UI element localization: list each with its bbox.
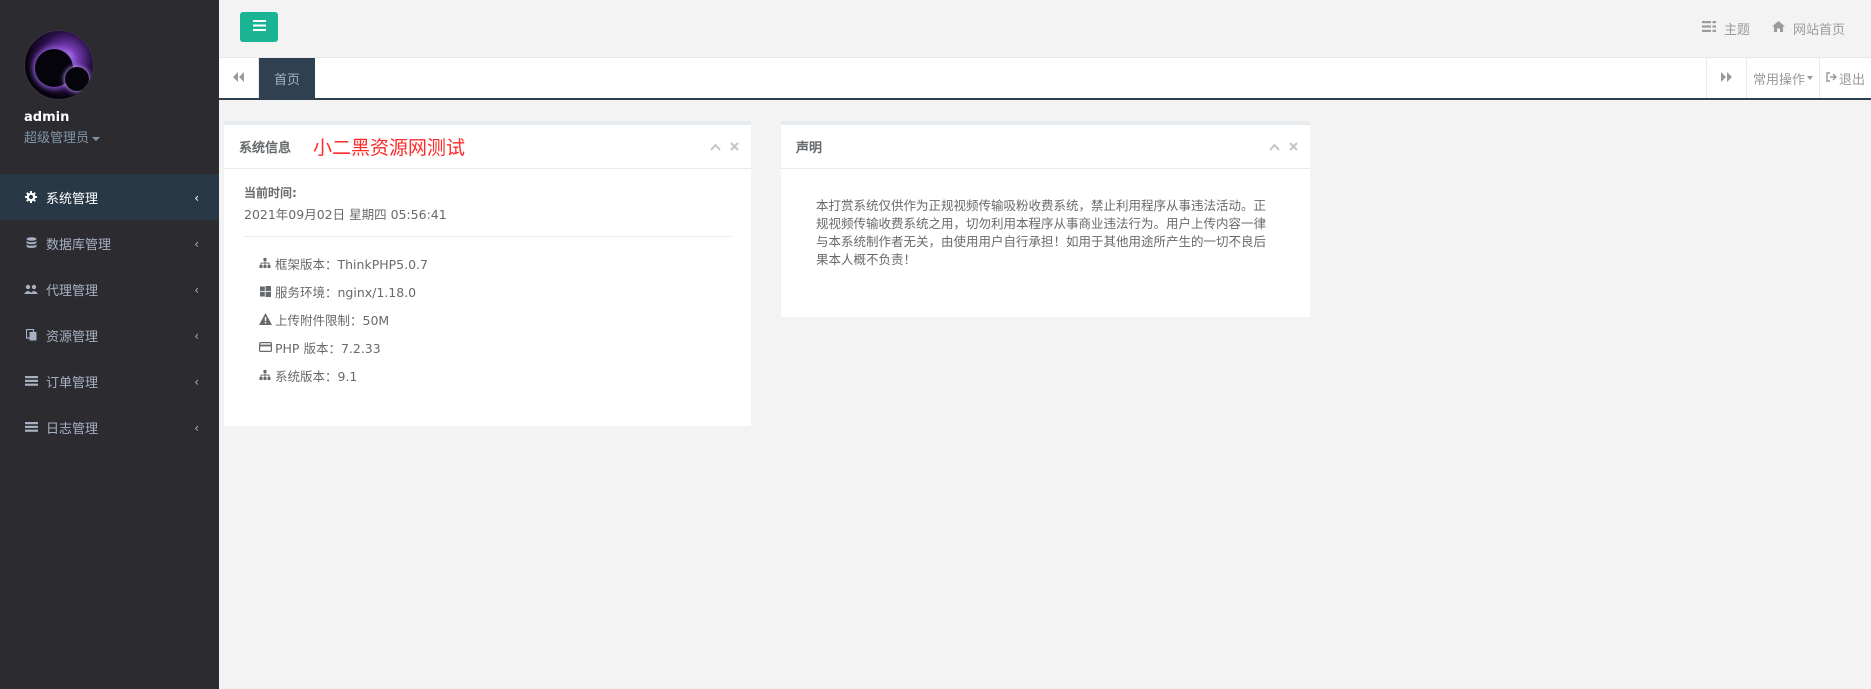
current-time-value: 2021年09月02日 星期四 05:56:41 (244, 207, 447, 222)
chevron-left-icon: ‹ (194, 191, 199, 205)
logout-button[interactable]: 退出 (1818, 58, 1871, 98)
system-info-list: 框架版本：ThinkPHP5.0.7 服务环境：nginx/1.18.0 上传附… (244, 249, 731, 389)
chevron-left-icon: ‹ (194, 283, 199, 297)
windows-icon (258, 285, 272, 297)
current-time-label: 当前时间: (244, 186, 297, 200)
sidebar-item-log[interactable]: 日志管理 ‹ (0, 404, 219, 450)
close-icon[interactable] (1289, 140, 1298, 154)
sitemap-icon (258, 257, 272, 269)
top-navbar: 主题 网站首页 (219, 0, 1871, 58)
chevron-left-icon: ‹ (194, 375, 199, 389)
panel-body: 当前时间: 2021年09月02日 星期四 05:56:41 框架版本：Thin… (224, 169, 751, 404)
menu-toggle-button[interactable] (240, 12, 278, 42)
caret-down-icon (1806, 76, 1813, 80)
theme-label: 主题 (1723, 23, 1750, 38)
gear-icon (24, 190, 38, 204)
forward-icon (1720, 71, 1732, 86)
collapse-icon[interactable] (1269, 140, 1280, 154)
username: admin (24, 110, 70, 125)
caret-down-icon (92, 136, 101, 141)
sidebar-item-system[interactable]: 系统管理 ‹ (0, 174, 219, 220)
list-item: 上传附件限制：50M (258, 305, 731, 333)
top-right-links: 主题 网站首页 (1701, 19, 1845, 38)
info-label: PHP 版本：7.2.33 (275, 340, 381, 356)
common-ops-dropdown[interactable]: 常用操作 (1745, 58, 1819, 98)
info-label: 框架版本：ThinkPHP5.0.7 (275, 256, 428, 272)
panel-title: 声明 (796, 141, 823, 156)
divider (244, 236, 731, 237)
chevron-left-icon: ‹ (194, 329, 199, 343)
tab-home[interactable]: 首页 (259, 58, 315, 98)
files-icon (24, 328, 38, 342)
sidebar-item-resource[interactable]: 资源管理 ‹ (0, 312, 219, 358)
database-icon (24, 236, 38, 250)
users-icon (24, 282, 38, 296)
panel-tools (1269, 140, 1298, 154)
tabs-bar: 首页 常用操作 退出 (219, 58, 1871, 100)
role-label: 超级管理员 (24, 131, 90, 146)
sidebar-item-label: 资源管理 (46, 329, 99, 345)
collapse-icon[interactable] (710, 140, 721, 154)
close-icon[interactable] (730, 140, 739, 154)
info-label: 系统版本：9.1 (275, 368, 358, 384)
sidebar-item-agent[interactable]: 代理管理 ‹ (0, 266, 219, 312)
common-ops-label: 常用操作 (1752, 72, 1805, 88)
tab-scroll-right-button[interactable] (1705, 58, 1746, 98)
sidebar-item-label: 日志管理 (46, 421, 99, 437)
role-dropdown[interactable]: 超级管理员 (24, 127, 219, 146)
list-item: PHP 版本：7.2.33 (258, 333, 731, 361)
list-item: 系统版本：9.1 (258, 361, 731, 389)
sidebar-item-order[interactable]: 订单管理 ‹ (0, 358, 219, 404)
sign-out-icon (1826, 71, 1837, 86)
system-info-panel: 系统信息 小二黑资源网测试 当前时间: 2021年09月02日 星期四 05:5… (224, 121, 751, 426)
home-icon (1771, 21, 1785, 36)
list-item: 服务环境：nginx/1.18.0 (258, 277, 731, 305)
tasks-icon (1701, 21, 1716, 36)
sidebar: admin 超级管理员 系统管理 ‹ 数据库管理 ‹ 代理管理 ‹ 资源管理 ‹… (0, 0, 219, 689)
site-home-link[interactable]: 网站首页 (1771, 19, 1845, 38)
credit-card-icon (258, 342, 272, 352)
panel-tools (710, 140, 739, 154)
theme-link[interactable]: 主题 (1701, 19, 1750, 38)
panel-header: 系统信息 小二黑资源网测试 (224, 125, 751, 169)
sidebar-item-label: 系统管理 (46, 191, 99, 207)
profile: admin 超级管理员 (0, 0, 219, 174)
info-label: 上传附件限制：50M (275, 312, 390, 328)
statement-panel: 声明 本打赏系统仅供作为正规视频传输吸粉收费系统，禁止利用程序从事违法活动。正规… (781, 121, 1310, 317)
tab-scroll-left-button[interactable] (219, 58, 259, 98)
panel-header: 声明 (781, 125, 1310, 169)
statement-text: 本打赏系统仅供作为正规视频传输吸粉收费系统，禁止利用程序从事违法活动。正规视频传… (816, 198, 1267, 267)
bars-icon (252, 19, 266, 35)
tabs-right-controls: 常用操作 退出 (1705, 58, 1871, 98)
sitemap-icon (258, 369, 272, 381)
backward-icon (233, 71, 244, 86)
site-test-text: 小二黑资源网测试 (313, 137, 466, 159)
site-home-label: 网站首页 (1792, 23, 1845, 38)
avatar[interactable] (24, 30, 94, 100)
list-icon (24, 420, 38, 434)
logout-label: 退出 (1838, 72, 1865, 88)
list-item: 框架版本：ThinkPHP5.0.7 (258, 249, 731, 277)
sidebar-item-label: 数据库管理 (46, 237, 112, 253)
chevron-left-icon: ‹ (194, 421, 199, 435)
warning-icon (258, 313, 272, 325)
sidebar-item-label: 订单管理 (46, 375, 99, 391)
sidebar-item-database[interactable]: 数据库管理 ‹ (0, 220, 219, 266)
list-icon (24, 374, 38, 388)
chevron-left-icon: ‹ (194, 237, 199, 251)
panel-title: 系统信息 (239, 141, 292, 156)
info-label: 服务环境：nginx/1.18.0 (275, 284, 417, 300)
sidebar-item-label: 代理管理 (46, 283, 99, 299)
